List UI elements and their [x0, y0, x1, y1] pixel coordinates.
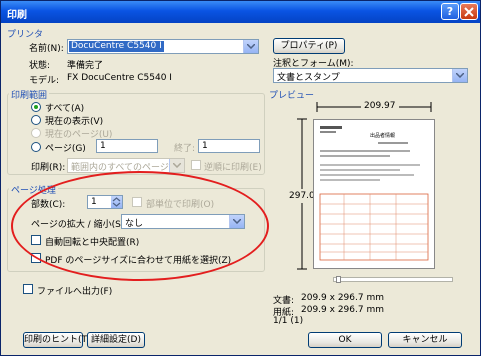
scaling-label: ページの拡大 / 縮小(S):	[31, 220, 128, 230]
copies-label: 部数(C):	[31, 200, 66, 210]
pages-radio[interactable]	[31, 142, 41, 152]
current-view-radio[interactable]	[31, 115, 41, 125]
width-value: 209.97	[361, 101, 399, 111]
pages-from-input[interactable]: 1	[96, 139, 158, 153]
subset-select[interactable]: 範囲内のすべてのページ	[67, 158, 185, 173]
subset-label: 印刷(R):	[31, 163, 66, 173]
page-counter: 1/1 (1)	[273, 316, 304, 326]
chevron-down-icon	[173, 163, 181, 168]
autorotate-label: 自動回転と中央配置(R)	[45, 238, 140, 248]
current-page-radio[interactable]	[31, 128, 41, 138]
print-dialog: 印刷 ? プリンタ 名前(N): DocuCentre C5540 I プロパテ…	[0, 0, 481, 356]
title-bar: 印刷 ?	[1, 1, 480, 23]
ok-button[interactable]: OK	[308, 332, 382, 348]
pages-to-value: 1	[202, 141, 208, 151]
advanced-button[interactable]: 詳細設定(D)	[87, 332, 145, 348]
doc-size-value: 209.9 x 296.7 mm	[301, 293, 384, 303]
print-range-title: 印刷範囲	[9, 88, 50, 101]
choose-paper-checkbox[interactable]	[31, 253, 41, 263]
print-to-file-checkbox[interactable]	[23, 284, 33, 294]
paper-size-value: 209.9 x 296.7 mm	[301, 305, 384, 315]
copies-spinner[interactable]	[111, 196, 122, 208]
preview-scrollbar[interactable]	[333, 276, 453, 283]
copies-value: 1	[91, 197, 97, 207]
chevron-down-icon	[456, 73, 464, 78]
collate-label: 部単位で印刷(O)	[146, 200, 215, 210]
status-label: 状態:	[29, 61, 51, 71]
preview-page-content	[319, 126, 429, 261]
print-tips-button[interactable]: 印刷のヒント(T)	[23, 332, 91, 348]
pages-from-value: 1	[100, 141, 106, 151]
reverse-checkbox[interactable]	[191, 160, 201, 170]
model-label: モデル:	[29, 76, 60, 86]
pages-to-input[interactable]: 1	[198, 139, 260, 153]
printer-name-label: 名前(N):	[29, 44, 64, 54]
close-button[interactable]	[460, 3, 478, 20]
collate-checkbox[interactable]	[132, 197, 142, 207]
cancel-button[interactable]: キャンセル	[388, 332, 462, 348]
comments-forms-value: 文書とスタンプ	[277, 73, 340, 83]
all-pages-label: すべて(A)	[45, 104, 85, 114]
choose-paper-label: PDF のページサイズに合わせて用紙を選択(Z)	[45, 256, 232, 266]
spinner-icon	[112, 197, 121, 207]
page-handling-title: ページ処理	[9, 183, 58, 196]
model-value: FX DocuCentre C5540 I	[67, 73, 172, 83]
preview-area: 209.97 297.01 出品者情報	[273, 97, 473, 292]
print-to-file-label: ファイルへ出力(F)	[37, 287, 113, 297]
chevron-down-icon	[233, 219, 241, 224]
preview-scroll-thumb[interactable]	[336, 276, 341, 283]
preview-page: 出品者情報	[313, 119, 435, 269]
current-view-label: 現在の表示(V)	[45, 117, 104, 127]
comments-forms-select[interactable]: 文書とスタンプ	[273, 68, 468, 83]
pages-to-label: 終了:	[174, 144, 196, 154]
scaling-value: なし	[125, 219, 144, 229]
status-value: 準備完了	[67, 61, 104, 71]
printer-group-title: プリンタ	[7, 30, 44, 40]
autorotate-checkbox[interactable]	[31, 235, 41, 245]
scaling-select[interactable]: なし	[121, 214, 245, 229]
printer-name-value: DocuCentre C5540 I	[69, 41, 164, 52]
help-button[interactable]: ?	[441, 3, 459, 20]
reverse-label: 逆順に印刷(E)	[204, 163, 262, 173]
copies-input[interactable]: 1	[87, 195, 123, 209]
subset-value: 範囲内のすべてのページ	[71, 163, 169, 173]
all-pages-radio[interactable]	[31, 102, 41, 112]
pages-label: ページ(G)	[45, 144, 86, 154]
preview-doc-title: 出品者情報	[370, 133, 396, 139]
printer-name-select[interactable]: DocuCentre C5540 I	[67, 39, 259, 54]
properties-button[interactable]: プロパティ(P)	[273, 38, 345, 54]
close-icon	[464, 7, 474, 17]
chevron-down-icon	[247, 44, 255, 49]
window-title: 印刷	[7, 10, 27, 21]
